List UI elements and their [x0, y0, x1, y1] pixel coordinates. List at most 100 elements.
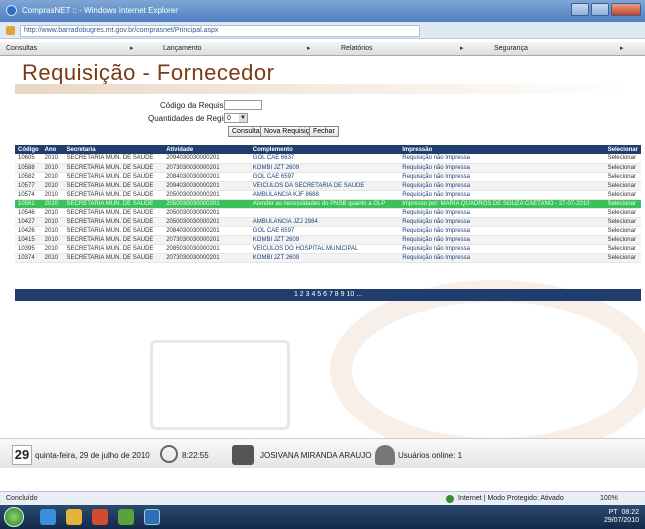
requisition-code-input[interactable] [224, 100, 262, 110]
table-row[interactable]: 10561 2010 SECRETARIA MUN. DE SAUDE 2050030… [15, 199, 641, 209]
table-row[interactable]: 10574 2010 SECRETARIA MUN. DE SAUDE 2050030… [15, 190, 641, 200]
tray-date: 29/07/2010 [603, 517, 639, 524]
menu-seguranca[interactable]: Segurança [494, 45, 528, 52]
cell-complemento: VEICULOS DA SECRETARIA DE SAUDE [249, 181, 400, 191]
page-favicon-icon [6, 26, 15, 35]
table-row[interactable]: 10577 2010 SECRETARIA MUN. DE SAUDE 2094030… [15, 181, 641, 191]
menu-lancamento[interactable]: Lançamento [163, 45, 202, 52]
logged-user: JOSIVANA MIRANDA ARAUJO [260, 451, 372, 460]
select-link[interactable]: Selecionar [604, 235, 641, 245]
users-online: Usuários online: 1 [398, 451, 463, 460]
cell-codigo: 10561 [15, 199, 42, 209]
fechar-button[interactable]: Fechar [309, 126, 339, 137]
cell-atividade: 2084030030000201 [163, 226, 250, 236]
table-row[interactable]: 10582 2010 SECRETARIA MUN. DE SAUDE 2084030… [15, 172, 641, 182]
window-controls [571, 3, 641, 16]
cell-complemento: AMBULANCIA JZJ 2984 [249, 217, 400, 227]
chevron-down-icon: ▼ [239, 114, 247, 122]
current-date: quinta-feira, 29 de julho de 2010 [35, 451, 150, 460]
qty-select[interactable]: 0 ▼ [224, 113, 248, 123]
start-button[interactable] [4, 507, 24, 527]
pager[interactable]: 1 2 3 4 5 6 7 8 9 10 ... [15, 289, 641, 301]
cell-atividade: 2073030030000201 [163, 235, 250, 245]
cell-secretaria: SECRETARIA MUN. DE SAUDE [63, 190, 164, 200]
security-zone[interactable]: Internet | Modo Protegido: Ativado [458, 495, 564, 502]
select-link[interactable]: Selecionar [604, 199, 641, 209]
cell-atividade: 2094030030000201 [163, 154, 250, 164]
maximize-button[interactable] [591, 3, 609, 16]
table-row[interactable]: 10427 2010 SECRETARIA MUN. DE SAUDE 2050030… [15, 217, 641, 227]
tray-clock[interactable]: 08:22 [621, 509, 639, 516]
table-row[interactable]: 10374 2010 SECRETARIA MUN. DE SAUDE 2073030… [15, 253, 641, 263]
select-link[interactable]: Selecionar [604, 217, 641, 227]
cell-impressao: Requisição não Impressa [399, 163, 605, 173]
background-swoosh [330, 280, 645, 460]
system-tray: PT 08:22 29/07/2010 [604, 509, 639, 525]
table-row[interactable]: 10546 2010 SECRETARIA MUN. DE SAUDE 2050030… [15, 208, 641, 218]
col-ano[interactable]: Ano [41, 145, 64, 154]
browser-statusbar: Concluído Internet | Modo Protegido: Ati… [0, 491, 645, 505]
cell-secretaria: SECRETARIA MUN. DE SAUDE [63, 244, 164, 254]
zoom-level[interactable]: 100% [600, 495, 618, 502]
select-link[interactable]: Selecionar [604, 172, 641, 182]
ie-window-taskbar-icon[interactable] [144, 509, 160, 525]
menu-relatorios[interactable]: Relatórios [341, 45, 373, 52]
col-impressao[interactable]: Impressão [399, 145, 605, 154]
page-title: Requisição - Fornecedor [22, 60, 275, 85]
select-link[interactable]: Selecionar [604, 181, 641, 191]
cell-ano: 2010 [41, 253, 64, 263]
col-codigo[interactable]: Código [15, 145, 42, 154]
cell-impressao: Requisição não Impressa [399, 190, 605, 200]
chevron-right-icon: ▸ [460, 45, 464, 52]
table-row[interactable]: 10588 2010 SECRETARIA MUN. DE SAUDE 2073030… [15, 163, 641, 173]
cell-impressao: Requisição não Impressa [399, 226, 605, 236]
select-link[interactable]: Selecionar [604, 253, 641, 263]
cell-codigo: 10415 [15, 235, 42, 245]
cell-atividade: 2050030030000201 [163, 190, 250, 200]
col-secretaria[interactable]: Secretaria [63, 145, 164, 154]
window-titlebar: ComprasNET :: - Windows Internet Explore… [0, 0, 645, 22]
minimize-button[interactable] [571, 3, 589, 16]
select-link[interactable]: Selecionar [604, 208, 641, 218]
cell-codigo: 10427 [15, 217, 42, 227]
chevron-right-icon: ▸ [130, 45, 134, 52]
app-taskbar-icon[interactable] [118, 509, 134, 525]
col-atividade[interactable]: Atividade [163, 145, 250, 154]
cell-secretaria: SECRETARIA MUN. DE SAUDE [63, 235, 164, 245]
close-button[interactable] [611, 3, 641, 16]
ie-taskbar-icon[interactable] [40, 509, 56, 525]
col-selecionar: Selecionar [604, 145, 641, 154]
select-link[interactable]: Selecionar [604, 244, 641, 254]
media-taskbar-icon[interactable] [92, 509, 108, 525]
table-row[interactable]: 10605 2010 SECRETARIA MUN. DE SAUDE 2094030… [15, 154, 641, 164]
menu-consultas[interactable]: Consultas [6, 45, 37, 52]
select-link[interactable]: Selecionar [604, 226, 641, 236]
select-link[interactable]: Selecionar [604, 154, 641, 164]
table-row[interactable]: 10395 2010 SECRETARIA MUN. DE SAUDE 2085030… [15, 244, 641, 254]
qty-value: 0 [227, 115, 231, 122]
cell-impressao: Requisição não Impressa [399, 208, 605, 218]
cell-complemento: Atender as necessidades do PNSB quanto a… [249, 199, 400, 209]
current-time: 8:22:55 [182, 451, 209, 460]
cell-impressao: Requisição não Impressa [399, 253, 605, 263]
select-link[interactable]: Selecionar [604, 190, 641, 200]
cell-codigo: 10574 [15, 190, 42, 200]
cell-ano: 2010 [41, 190, 64, 200]
url-field[interactable]: http://www.barradobugres.mt.gov.br/compr… [20, 25, 420, 37]
cell-ano: 2010 [41, 226, 64, 236]
title-underline [15, 84, 630, 94]
cell-impressao: Requisição não Impressa [399, 172, 605, 182]
cell-codigo: 10582 [15, 172, 42, 182]
cell-secretaria: SECRETARIA MUN. DE SAUDE [63, 226, 164, 236]
cell-impressao: Requisição não Impressa [399, 244, 605, 254]
cell-impressao: Requisição não Impressa [399, 235, 605, 245]
folder-taskbar-icon[interactable] [66, 509, 82, 525]
table-row[interactable]: 10426 2010 SECRETARIA MUN. DE SAUDE 2084030… [15, 226, 641, 236]
cell-ano: 2010 [41, 163, 64, 173]
table-row[interactable]: 10415 2010 SECRETARIA MUN. DE SAUDE 2073030… [15, 235, 641, 245]
language-indicator[interactable]: PT [609, 509, 618, 516]
col-complemento[interactable]: Complemento [249, 145, 400, 154]
select-link[interactable]: Selecionar [604, 163, 641, 173]
cell-codigo: 10588 [15, 163, 42, 173]
calendar-day-icon: 29 [12, 445, 32, 465]
